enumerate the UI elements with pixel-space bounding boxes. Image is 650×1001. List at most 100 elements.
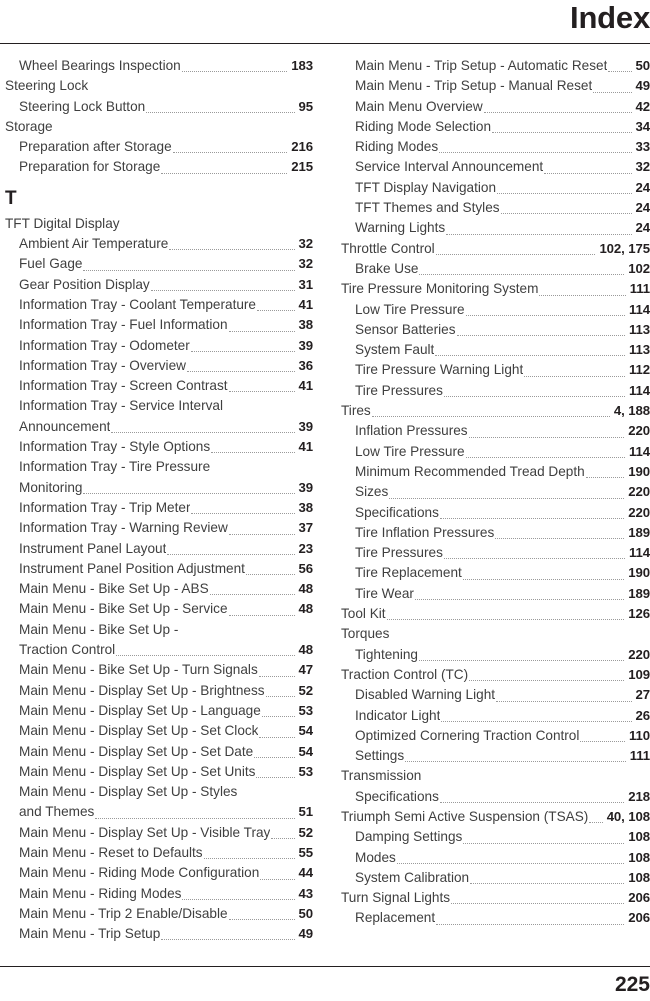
index-entry-page: 53 bbox=[298, 763, 314, 779]
index-entry[interactable]: Main Menu - Trip Setup - Manual Reset 49 bbox=[341, 76, 650, 96]
index-entry[interactable]: Information Tray - Screen Contrast 41 bbox=[5, 376, 313, 396]
dot-leader bbox=[462, 578, 625, 580]
dot-leader bbox=[608, 70, 632, 73]
dot-leader bbox=[524, 375, 626, 377]
index-entry[interactable]: Preparation for Storage 215 bbox=[5, 157, 313, 177]
index-entry[interactable]: Throttle Control 102, 175 bbox=[341, 239, 650, 259]
index-entry-page: 220 bbox=[628, 646, 650, 662]
index-entry[interactable]: Main Menu - Bike Set Up - ABS 48 bbox=[5, 579, 313, 599]
index-entry[interactable]: Main Menu - Display Set Up - Visible Tra… bbox=[5, 823, 313, 843]
dot-leader bbox=[539, 294, 626, 296]
dot-leader bbox=[439, 517, 625, 519]
index-entry-label: Fuel Gage bbox=[19, 256, 83, 272]
index-entry[interactable]: Riding Mode Selection 34 bbox=[341, 117, 650, 137]
index-entry[interactable]: Information Tray - Warning Review 37 bbox=[5, 518, 313, 538]
index-entry[interactable]: Low Tire Pressure 114 bbox=[341, 442, 650, 462]
index-entry[interactable]: Tires 4, 188 bbox=[341, 401, 650, 421]
index-entry-label: Indicator Light bbox=[355, 707, 441, 723]
index-entry[interactable]: Information Tray - Tire Pressure Monitori… bbox=[5, 457, 313, 498]
index-entry-page: 51 bbox=[298, 804, 314, 820]
index-entry[interactable]: TFT Display Navigation 24 bbox=[341, 178, 650, 198]
index-entry-page: 220 bbox=[628, 504, 650, 520]
index-entry[interactable]: Main Menu - Display Set Up - Language 53 bbox=[5, 701, 313, 721]
index-entry[interactable]: System Fault 113 bbox=[341, 340, 650, 360]
index-entry[interactable]: Main Menu - Trip Setup - Automatic Reset… bbox=[341, 56, 650, 76]
index-entry[interactable]: Information Tray - Trip Meter 38 bbox=[5, 498, 313, 518]
index-entry[interactable]: Warning Lights 24 bbox=[341, 218, 650, 238]
index-entry[interactable]: Main Menu - Display Set Up - Brightness 5… bbox=[5, 681, 313, 701]
dot-leader bbox=[469, 679, 625, 682]
index-entry[interactable]: Main Menu - Riding Modes 43 bbox=[5, 884, 313, 904]
index-entry[interactable]: Information Tray - Service Interval Annou… bbox=[5, 396, 313, 437]
index-entry[interactable]: Gear Position Display 31 bbox=[5, 275, 313, 295]
index-entry-label: Main Menu - Display Set Up - Language bbox=[19, 702, 261, 718]
index-entry[interactable]: Preparation after Storage 216 bbox=[5, 137, 313, 157]
index-entry[interactable]: Sizes 220 bbox=[341, 482, 650, 502]
index-entry[interactable]: Main Menu - Display Set Up - Set Units 53 bbox=[5, 762, 313, 782]
index-entry[interactable]: Sensor Batteries 113 bbox=[341, 320, 650, 340]
index-entry[interactable]: Information Tray - Overview 36 bbox=[5, 356, 313, 376]
index-entry[interactable]: Tire Pressure Warning Light 112 bbox=[341, 360, 650, 380]
index-entry-page: 36 bbox=[298, 357, 314, 373]
index-entry[interactable]: Information Tray - Odometer 39 bbox=[5, 336, 313, 356]
index-entry[interactable]: Tire Pressure Monitoring System 111 bbox=[341, 279, 650, 299]
index-entry[interactable]: Indicator Light 26 bbox=[341, 706, 650, 726]
index-entry[interactable]: Tire Pressures 114 bbox=[341, 381, 650, 401]
index-entry-label: Disabled Warning Light bbox=[355, 687, 496, 703]
index-entry[interactable]: Traction Control (TC) 109 bbox=[341, 665, 650, 685]
index-entry[interactable]: Tool Kit 126 bbox=[341, 604, 650, 624]
index-entry[interactable]: Low Tire Pressure 114 bbox=[341, 300, 650, 320]
index-entry[interactable]: Information Tray - Style Options 41 bbox=[5, 437, 313, 457]
index-entry[interactable]: Main Menu - Display Set Up - Styles and T… bbox=[5, 782, 313, 823]
index-entry[interactable]: Disabled Warning Light 27 bbox=[341, 685, 650, 705]
index-entry[interactable]: Information Tray - Fuel Information 38 bbox=[5, 315, 313, 335]
index-entry[interactable]: System Calibration 108 bbox=[341, 868, 650, 888]
index-entry[interactable]: Service Interval Announcement 32 bbox=[341, 157, 650, 177]
index-entry[interactable]: Triumph Semi Active Suspension (TSAS) 40,… bbox=[341, 807, 650, 827]
index-entry[interactable]: Main Menu - Bike Set Up - Service 48 bbox=[5, 599, 313, 619]
index-entry[interactable]: Main Menu - Bike Set Up - Turn Signals 47 bbox=[5, 660, 313, 680]
index-entry[interactable]: Replacement 206 bbox=[341, 908, 650, 928]
dot-leader bbox=[191, 512, 295, 515]
dot-leader bbox=[497, 192, 632, 195]
index-entry[interactable]: Inflation Pressures 220 bbox=[341, 421, 650, 441]
index-entry[interactable]: Main Menu - Bike Set Up - Traction Contro… bbox=[5, 620, 313, 661]
index-entry[interactable]: Fuel Gage 32 bbox=[5, 254, 313, 274]
index-entry[interactable]: Main Menu - Display Set Up - Set Clock 54 bbox=[5, 721, 313, 741]
dot-leader bbox=[500, 212, 632, 215]
index-entry[interactable]: Tire Wear 189 bbox=[341, 584, 650, 604]
dot-leader bbox=[492, 131, 632, 134]
index-entry[interactable]: Wheel Bearings Inspection 183 bbox=[5, 56, 313, 76]
index-entry[interactable]: Riding Modes 33 bbox=[341, 137, 650, 157]
index-entry[interactable]: Instrument Panel Layout 23 bbox=[5, 539, 313, 559]
index-entry[interactable]: Settings 111 bbox=[341, 746, 650, 766]
index-entry[interactable]: Instrument Panel Position Adjustment 56 bbox=[5, 559, 313, 579]
index-entry[interactable]: Modes 108 bbox=[341, 848, 650, 868]
index-entry[interactable]: Tire Replacement 190 bbox=[341, 563, 650, 583]
index-entry[interactable]: Optimized Cornering Traction Control 110 bbox=[341, 726, 650, 746]
index-entry[interactable]: Information Tray - Coolant Temperature 41 bbox=[5, 295, 313, 315]
index-entry[interactable]: Tire Inflation Pressures 189 bbox=[341, 523, 650, 543]
index-entry[interactable]: Main Menu Overview 42 bbox=[341, 97, 650, 117]
index-entry[interactable]: Tire Pressures 114 bbox=[341, 543, 650, 563]
index-entry-label: Service Interval Announcement bbox=[355, 159, 544, 175]
index-entry[interactable]: Brake Use 102 bbox=[341, 259, 650, 279]
index-entry-label: Tightening bbox=[355, 646, 418, 662]
index-entry[interactable]: Damping Settings 108 bbox=[341, 827, 650, 847]
index-entry[interactable]: TFT Themes and Styles 24 bbox=[341, 198, 650, 218]
index-entry[interactable]: Main Menu - Display Set Up - Set Date 54 bbox=[5, 742, 313, 762]
index-entry[interactable]: Steering Lock Button 95 bbox=[5, 97, 313, 117]
index-entry[interactable]: Main Menu - Trip Setup 49 bbox=[5, 924, 313, 944]
index-entry[interactable]: Ambient Air Temperature 32 bbox=[5, 234, 313, 254]
index-entry-page: 126 bbox=[628, 606, 650, 622]
index-entry[interactable]: Minimum Recommended Tread Depth 190 bbox=[341, 462, 650, 482]
index-entry[interactable]: Main Menu - Riding Mode Configuration 44 bbox=[5, 863, 313, 883]
index-entry[interactable]: Main Menu - Reset to Defaults 55 bbox=[5, 843, 313, 863]
index-entry-page: 34 bbox=[635, 118, 650, 134]
index-entry[interactable]: Turn Signal Lights 206 bbox=[341, 888, 650, 908]
index-entry[interactable]: Main Menu - Trip 2 Enable/Disable 50 bbox=[5, 904, 313, 924]
index-entry-label: Main Menu - Bike Set Up - bbox=[19, 621, 179, 637]
index-entry[interactable]: Specifications 218 bbox=[341, 787, 650, 807]
index-entry[interactable]: Specifications 220 bbox=[341, 503, 650, 523]
index-entry[interactable]: Tightening 220 bbox=[341, 645, 650, 665]
